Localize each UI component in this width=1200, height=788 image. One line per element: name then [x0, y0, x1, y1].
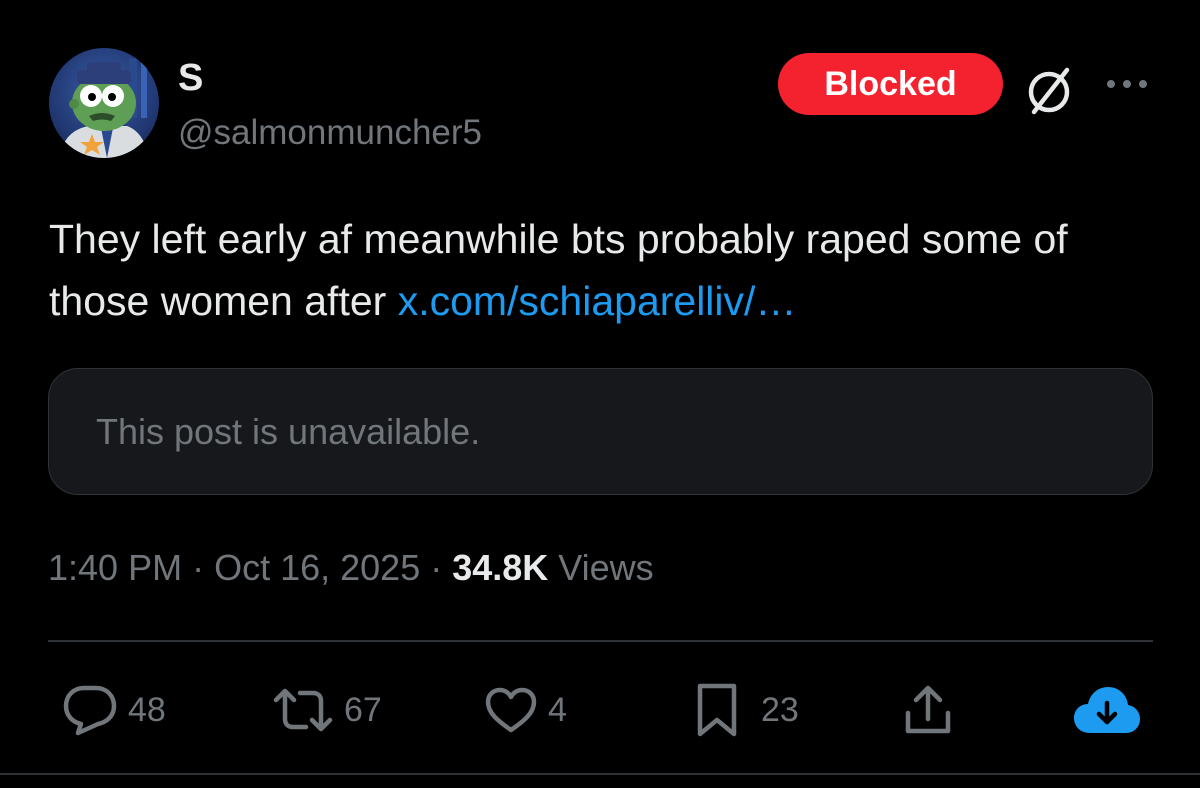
download-button[interactable] — [1072, 680, 1142, 740]
bottom-divider — [0, 773, 1200, 775]
bookmark-button[interactable]: 23 — [695, 680, 799, 740]
quoted-post-unavailable: This post is unavailable. — [48, 368, 1153, 495]
grok-icon[interactable] — [1020, 60, 1080, 120]
meta-separator: · — [420, 547, 453, 588]
post-link[interactable]: x.com/schiaparelliv/… — [398, 278, 797, 324]
post-meta: 1:40 PM · Oct 16, 2025 · 34.8K Views — [48, 544, 654, 592]
post-time[interactable]: 1:40 PM — [48, 547, 182, 588]
user-handle[interactable]: @salmonmuncher5 — [178, 112, 482, 154]
divider — [48, 640, 1153, 642]
repost-button[interactable]: 67 — [272, 680, 382, 740]
share-icon — [905, 685, 951, 734]
like-button[interactable]: 4 — [484, 680, 567, 740]
bookmark-count: 23 — [761, 690, 799, 729]
views-label[interactable]: Views — [548, 547, 653, 588]
display-name[interactable]: S — [178, 58, 203, 98]
post-detail: S @salmonmuncher5 Blocked They left earl… — [0, 0, 1200, 788]
bookmark-icon — [697, 683, 737, 737]
repost-count: 67 — [344, 690, 382, 729]
reply-count: 48 — [128, 690, 166, 729]
share-button[interactable] — [902, 680, 954, 740]
cloud-download-icon — [1074, 687, 1140, 733]
repost-icon — [273, 688, 333, 732]
reply-button[interactable]: 48 — [62, 680, 166, 740]
avatar[interactable] — [49, 48, 159, 158]
blocked-label: Blocked — [824, 64, 957, 103]
avatar-image — [49, 48, 159, 158]
heart-icon — [485, 687, 537, 733]
reply-icon — [63, 685, 117, 736]
more-options-icon[interactable] — [1102, 72, 1152, 96]
meta-separator: · — [182, 547, 215, 588]
unavailable-message: This post is unavailable. — [96, 410, 481, 452]
like-count: 4 — [548, 690, 567, 729]
blocked-button[interactable]: Blocked — [778, 53, 1003, 115]
post-date[interactable]: Oct 16, 2025 — [214, 547, 420, 588]
post-text: They left early af meanwhile bts probabl… — [49, 208, 1159, 332]
views-count[interactable]: 34.8K — [452, 547, 548, 588]
